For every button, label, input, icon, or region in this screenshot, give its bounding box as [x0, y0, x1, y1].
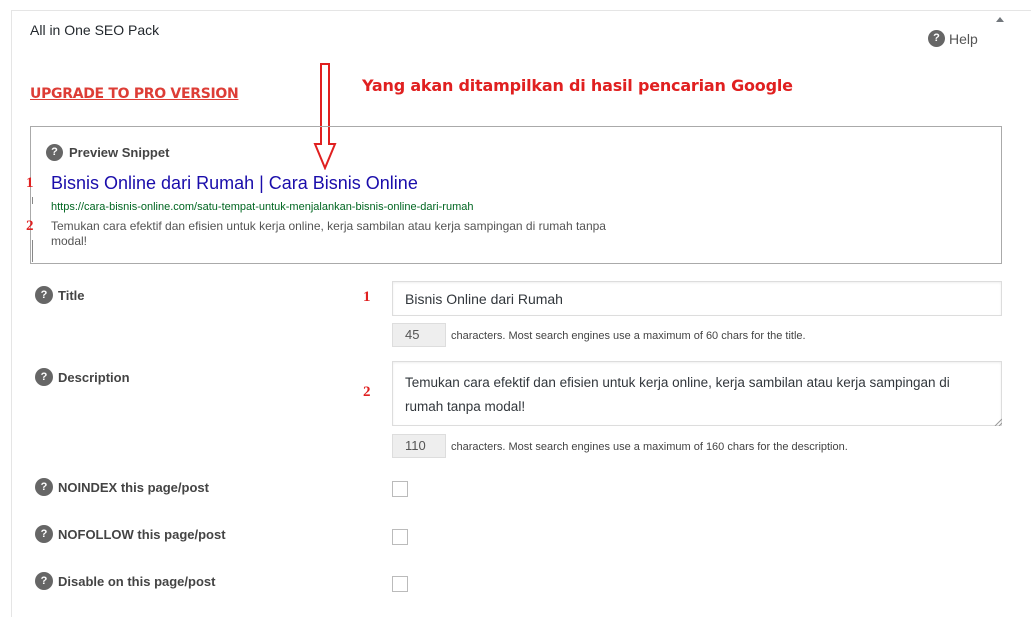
help-label: Help	[949, 30, 978, 47]
disable-checkbox[interactable]	[392, 576, 408, 592]
divider	[32, 240, 33, 262]
description-label: ? Description	[35, 368, 130, 386]
noindex-label: ? NOINDEX this page/post	[35, 478, 209, 496]
description-char-count: 110	[392, 434, 446, 458]
marker-1: 1	[26, 175, 34, 191]
snippet-title: Bisnis Online dari Rumah | Cara Bisnis O…	[51, 173, 418, 193]
question-circle-icon[interactable]: ?	[46, 144, 63, 161]
question-circle-icon: ?	[928, 30, 945, 47]
title-char-count: 45	[392, 323, 446, 347]
caret-up-icon[interactable]	[996, 17, 1004, 22]
annotation-text: Yang akan ditampilkan di hasil pencarian…	[362, 76, 793, 95]
question-circle-icon[interactable]: ?	[35, 286, 53, 304]
noindex-checkbox[interactable]	[392, 481, 408, 497]
marker-2: 2	[26, 218, 34, 234]
description-char-hint: characters. Most search engines use a ma…	[451, 441, 848, 453]
description-textarea[interactable]: Temukan cara efektif dan efisien untuk k…	[392, 361, 1002, 426]
question-circle-icon[interactable]: ?	[35, 478, 53, 496]
nofollow-checkbox[interactable]	[392, 529, 408, 545]
resize-handle-icon[interactable]	[994, 418, 1002, 426]
title-char-hint: characters. Most search engines use a ma…	[451, 330, 806, 342]
title-label: ? Title	[35, 286, 85, 304]
help-button[interactable]: ? Help	[928, 30, 978, 47]
upgrade-pro-link[interactable]: UPGRADE TO PRO VERSION	[30, 86, 239, 102]
preview-snippet-heading: ? Preview Snippet	[46, 144, 169, 161]
snippet-description: Temukan cara efektif dan efisien untuk k…	[51, 219, 606, 248]
nofollow-label: ? NOFOLLOW this page/post	[35, 525, 226, 543]
preview-snippet-label: Preview Snippet	[69, 145, 170, 160]
panel-title: All in One SEO Pack	[30, 22, 160, 38]
marker-2: 2	[363, 384, 371, 400]
question-circle-icon[interactable]: ?	[35, 572, 53, 590]
question-circle-icon[interactable]: ?	[35, 525, 53, 543]
disable-label: ? Disable on this page/post	[35, 572, 215, 590]
question-circle-icon[interactable]: ?	[35, 368, 53, 386]
title-input[interactable]: Bisnis Online dari Rumah	[392, 281, 1002, 316]
snippet-url: https://cara-bisnis-online.com/satu-temp…	[51, 201, 474, 213]
marker-1: 1	[363, 289, 371, 305]
divider	[32, 197, 33, 204]
